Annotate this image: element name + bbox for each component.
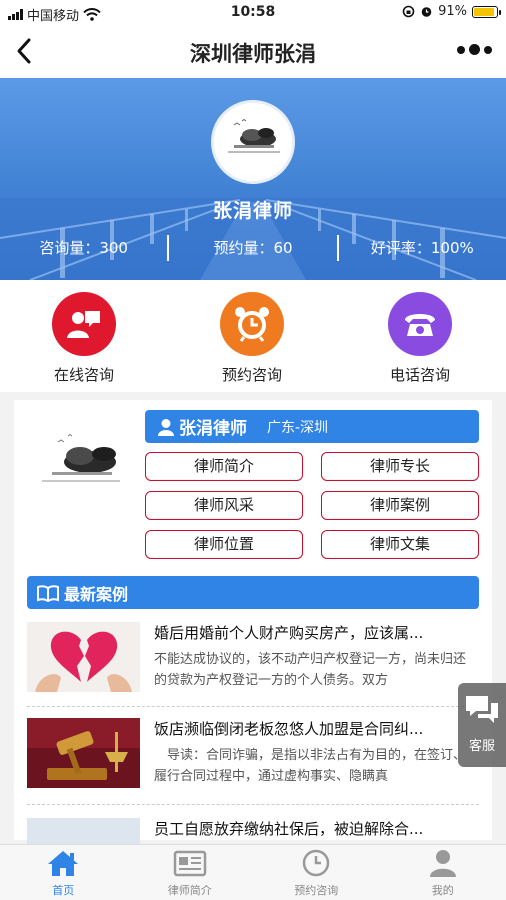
battery-percent: 91% [438,4,467,19]
ink-landscape-image [214,103,292,181]
clock-icon [303,849,330,877]
case-description: 导读：合同诈骗，是指以非法占有为目的，在签订、履行合同过程中，通过虚构事实、隐瞒… [154,748,467,784]
stat-consultations: 咨询量：300 [39,239,128,257]
customer-service-label: 客服 [468,739,495,754]
profile-name: 张涓律师 [179,419,247,439]
ink-landscape-image [28,412,132,516]
user-icon [158,418,174,436]
tab-lawyer-intro[interactable]: 律师简介 [127,845,254,900]
gavel-image [27,718,140,788]
page-title: 深圳律师张涓 [190,42,316,66]
profile-buttons: 律师简介 律师专长 律师风采 律师案例 律师位置 律师文集 [145,452,479,559]
intro-button[interactable]: 律师简介 [145,452,303,481]
action-label: 预约咨询 [221,366,282,384]
tab-label: 首页 [52,884,75,897]
lawyer-name: 张涓律师 [212,200,293,222]
stats-row: 咨询量：300 预约量：60 好评率：100% [0,234,506,262]
profile-card: 张涓律师 广东-深圳 律师简介 律师专长 律师风采 律师案例 律师位置 律师文集… [14,400,492,888]
more-menu-icon[interactable] [457,44,492,55]
latest-cases-title: 最新案例 [64,584,129,604]
case-title: 饭店濒临倒闭老板忽悠人加盟是合同纠... [154,720,424,738]
stat-appointments: 预约量：60 [213,239,293,257]
chat-icon [52,292,116,356]
tab-appointment[interactable]: 预约咨询 [253,845,380,900]
home-icon [48,851,79,876]
person-icon [429,850,456,877]
newspaper-icon [173,850,206,877]
gallery-button[interactable]: 律师风采 [145,491,303,520]
profile-location: 广东-深圳 [267,419,329,436]
status-bar: 中国移动 10:58 91% [0,0,506,26]
nav-bar: 深圳律师张涓 [0,26,506,78]
location-button[interactable]: 律师位置 [145,530,303,559]
action-phone-consult[interactable]: 电话咨询 [336,280,504,392]
articles-button[interactable]: 律师文集 [321,530,479,559]
book-icon [37,584,59,602]
tab-home[interactable]: 首页 [0,845,127,900]
action-online-consult[interactable]: 在线咨询 [0,280,168,392]
latest-cases-header: 最新案例 [27,576,479,609]
action-label: 电话咨询 [389,366,450,384]
tab-label: 我的 [431,884,454,897]
telephone-icon [388,292,452,356]
lawyer-avatar[interactable] [211,100,295,184]
lawyer-photo[interactable] [28,412,132,516]
broken-heart-image [27,622,140,692]
customer-service-button[interactable]: 客服 [458,683,506,767]
case-item[interactable]: 婚后用婚前个人财产购买房产，应该属... 不能达成协议的，该不动产归产权登记一方… [27,622,479,702]
alarm-icon [421,7,432,17]
app-page: 中国移动 10:58 91% 深圳律师张涓 张涓律师 咨询量：300 预约量：6… [0,0,506,900]
cases-button[interactable]: 律师案例 [321,491,479,520]
alarm-clock-icon [220,292,284,356]
case-item[interactable]: 饭店濒临倒闭老板忽悠人加盟是合同纠... 导读：合同诈骗，是指以非法占有为目的，… [27,718,479,798]
orientation-lock-icon [402,5,415,18]
tab-label: 预约咨询 [294,884,339,897]
lawyer-name-strip: 张涓律师 广东-深圳 [145,410,479,443]
case-divider [27,804,479,805]
case-description: 不能达成协议的，该不动产归产权登记一方，尚未归还的贷款为产权登记一方的个人债务。… [154,652,467,688]
case-title: 员工自愿放弃缴纳社保后，被迫解除合... [154,820,424,838]
profile-banner: 张涓律师 咨询量：300 预约量：60 好评率：100% [0,78,506,280]
action-appointment[interactable]: 预约咨询 [168,280,336,392]
case-title: 婚后用婚前个人财产购买房产，应该属... [154,624,424,642]
status-right: 91% [402,4,501,19]
case-divider [27,706,479,707]
chat-bubbles-icon [466,696,498,723]
battery-icon [472,5,501,18]
expertise-button[interactable]: 律师专长 [321,452,479,481]
tab-bar: 首页 律师简介 预约咨询 我的 [0,844,506,900]
tab-mine[interactable]: 我的 [380,845,506,900]
action-label: 在线咨询 [53,366,114,384]
stat-rating: 好评率：100% [370,239,474,257]
tab-label: 律师简介 [167,884,212,897]
quick-actions: 在线咨询 预约咨询 电话咨询 [0,280,506,392]
